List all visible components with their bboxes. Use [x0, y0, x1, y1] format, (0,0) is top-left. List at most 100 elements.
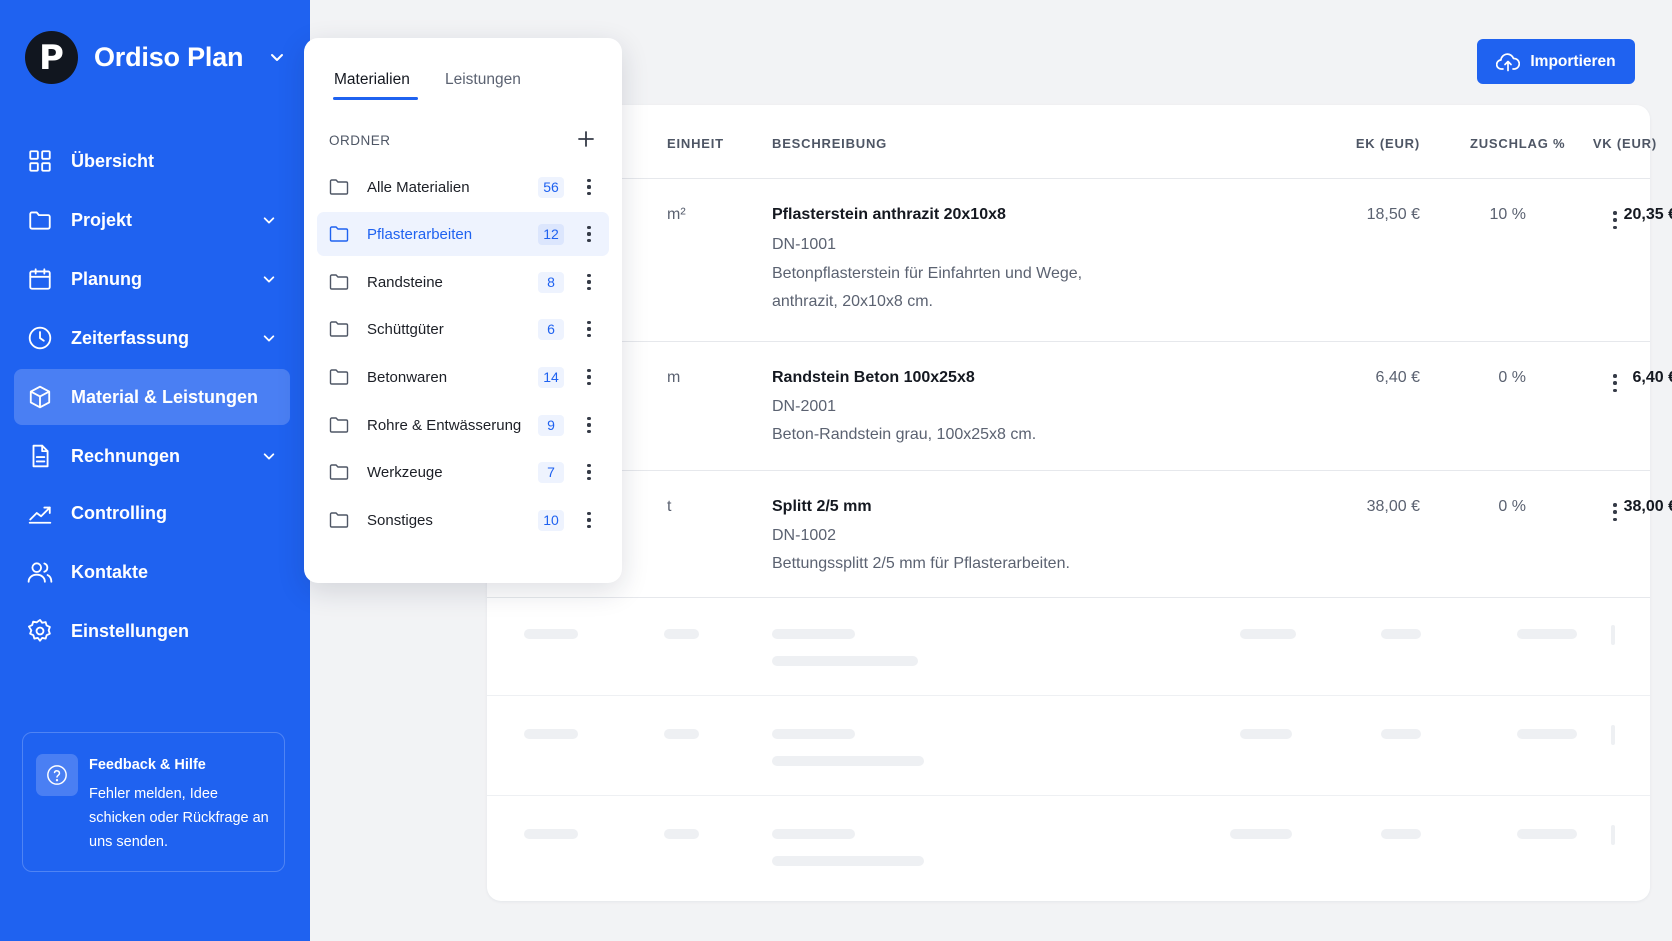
app-name: Ordiso Plan	[94, 42, 244, 72]
import-label: Importieren	[1530, 52, 1616, 70]
feedback-title: Feedback & Hilfe	[89, 757, 206, 773]
folder-item-werkzeuge[interactable]: Werkzeuge 7	[317, 450, 609, 494]
sidebar-item-label: Kontakte	[71, 561, 149, 582]
cell-vk: 20,35 €	[1623, 206, 1672, 223]
sidebar-item-projekt[interactable]: Projekt	[14, 192, 290, 248]
cell-unit: m²	[667, 206, 686, 223]
folder-icon	[329, 464, 349, 480]
workspace-switcher[interactable]: P Ordiso Plan	[25, 31, 285, 84]
sidebar-item-label: Projekt	[71, 209, 133, 230]
folder-section-header: ORDNER	[329, 133, 391, 148]
sidebar-item-label: Rechnungen	[71, 445, 181, 466]
row-separator	[487, 795, 1650, 796]
folder-item-rohre-entwaesserung[interactable]: Rohre & Entwässerung 9	[317, 403, 609, 447]
gear-icon	[27, 618, 53, 644]
row-separator	[487, 597, 1650, 598]
sidebar-item-kontakte[interactable]: Kontakte	[14, 544, 290, 600]
folder-item-randsteine[interactable]: Randsteine 8	[317, 260, 609, 304]
row-menu-button[interactable]	[1610, 371, 1620, 395]
cell-description: anthrazit, 20x10x8 cm.	[772, 293, 933, 310]
folder-menu-button[interactable]	[585, 318, 593, 340]
folder-name: Randsteine	[367, 273, 443, 291]
sidebar-item-label: Material & Leistungen	[71, 386, 259, 407]
folder-count-badge: 7	[538, 462, 564, 483]
folder-name: Alle Materialien	[367, 178, 470, 196]
sidebar-item-uebersicht[interactable]: Übersicht	[14, 133, 290, 189]
cell-description: Betonpflasterstein für Einfahrten und We…	[772, 265, 1083, 282]
folder-count-badge: 9	[538, 415, 564, 436]
cell-vk: 38,00 €	[1623, 498, 1672, 515]
folder-item-betonwaren[interactable]: Betonwaren 14	[317, 355, 609, 399]
sidebar-item-material-leistungen[interactable]: Material & Leistungen	[14, 369, 290, 425]
folder-icon	[329, 321, 349, 337]
folder-item-alle-materialien[interactable]: Alle Materialien 56	[317, 165, 609, 209]
chevron-down-icon	[263, 217, 275, 224]
folder-menu-button[interactable]	[585, 509, 593, 531]
tab-leistungen[interactable]: Leistungen	[445, 71, 521, 89]
chevron-down-icon	[263, 335, 275, 342]
sidebar-item-label: Controlling	[71, 502, 167, 523]
column-header-beschreibung[interactable]: BESCHREIBUNG	[772, 136, 887, 151]
sidebar-item-planung[interactable]: Planung	[14, 251, 290, 307]
folder-name: Rohre & Entwässerung	[367, 416, 522, 434]
folder-menu-button[interactable]	[585, 461, 593, 483]
folder-count-badge: 6	[538, 319, 564, 340]
chevron-down-icon	[263, 453, 275, 460]
cell-unit: m	[667, 369, 681, 386]
folder-item-schuettgueter[interactable]: Schüttgüter 6	[317, 307, 609, 351]
row-separator	[487, 178, 1650, 179]
row-separator	[487, 470, 1650, 471]
folder-name: Werkzeuge	[367, 463, 443, 481]
column-header-ek[interactable]: EK (EUR)	[1220, 136, 1420, 151]
feedback-card[interactable]: Feedback & Hilfe Fehler melden, Idee sch…	[22, 732, 285, 872]
grid-icon	[27, 148, 53, 174]
folder-icon	[27, 207, 53, 233]
chevron-down-icon	[263, 276, 275, 283]
column-header-vk[interactable]: VK (EUR)	[1487, 136, 1657, 151]
cell-unit: t	[667, 498, 672, 515]
tab-materialien[interactable]: Materialien	[334, 71, 410, 89]
folder-name: Pflasterarbeiten	[367, 225, 473, 243]
folder-panel: Materialien Leistungen ORDNER Alle Mater…	[304, 38, 622, 583]
sidebar-item-label: Übersicht	[71, 150, 155, 171]
column-header-einheit[interactable]: EINHEIT	[667, 136, 724, 151]
folder-count-badge: 56	[538, 177, 564, 198]
box-icon	[27, 384, 53, 410]
sidebar: P Ordiso Plan Übersicht Projekt Planung	[0, 0, 310, 941]
cell-name: Randstein Beton 100x25x8	[772, 369, 975, 386]
folder-menu-button[interactable]	[585, 223, 593, 245]
folder-name: Schüttgüter	[367, 320, 444, 338]
folder-menu-button[interactable]	[585, 176, 593, 198]
folder-icon	[329, 417, 349, 433]
sidebar-item-zeiterfassung[interactable]: Zeiterfassung	[14, 310, 290, 366]
import-button[interactable]: Importieren	[1477, 39, 1635, 84]
sidebar-item-label: Einstellungen	[71, 620, 190, 641]
folder-icon	[329, 179, 349, 195]
active-tab-indicator	[333, 97, 418, 100]
calendar-icon	[27, 266, 53, 292]
row-menu-button[interactable]	[1610, 500, 1620, 524]
folder-item-pflasterarbeiten[interactable]: Pflasterarbeiten 12	[317, 212, 609, 256]
sidebar-item-rechnungen[interactable]: Rechnungen	[14, 428, 290, 484]
cell-description: Beton-Randstein grau, 100x25x8 cm.	[772, 426, 1037, 443]
feedback-text: Fehler melden, Idee schicken oder Rückfr…	[89, 786, 269, 850]
folder-menu-button[interactable]	[585, 366, 593, 388]
folder-count-badge: 12	[538, 224, 564, 245]
row-menu-button[interactable]	[1610, 208, 1620, 232]
app-logo: P	[25, 31, 78, 84]
sidebar-item-einstellungen[interactable]: Einstellungen	[14, 603, 290, 659]
cell-description: Bettungssplitt 2/5 mm für Pflasterarbeit…	[772, 555, 1070, 572]
folder-item-sonstiges[interactable]: Sonstiges 10	[317, 498, 609, 542]
row-separator	[487, 695, 1650, 696]
row-separator	[487, 341, 1650, 342]
document-icon	[27, 443, 53, 469]
materials-table: EINHEIT BESCHREIBUNG EK (EUR) ZUSCHLAG %…	[487, 105, 1672, 901]
folder-menu-button[interactable]	[585, 271, 593, 293]
cell-vk: 6,40 €	[1632, 369, 1672, 386]
add-folder-icon[interactable]	[576, 129, 596, 149]
sidebar-item-controlling[interactable]: Controlling	[14, 485, 290, 541]
folder-count-badge: 14	[538, 367, 564, 388]
folder-menu-button[interactable]	[585, 414, 593, 436]
cell-name: Pflasterstein anthrazit 20x10x8	[772, 206, 1006, 223]
folder-icon	[329, 226, 349, 242]
